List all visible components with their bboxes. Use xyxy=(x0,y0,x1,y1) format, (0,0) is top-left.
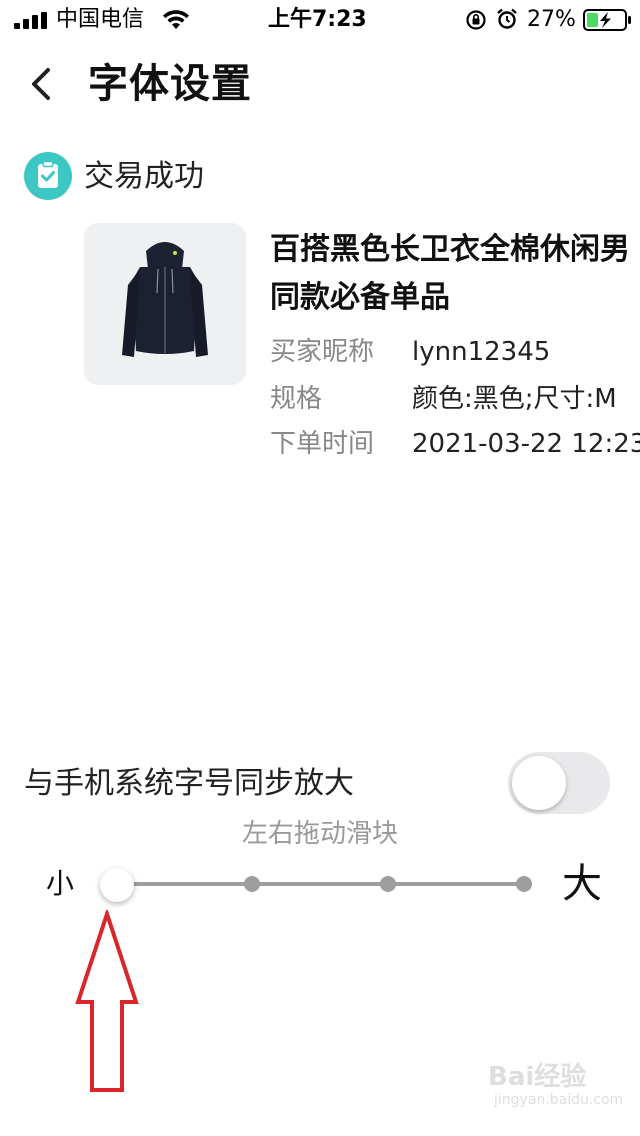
battery-charging-icon xyxy=(583,9,631,31)
info-value: lynn12345 xyxy=(412,337,551,367)
alarm-icon xyxy=(497,8,517,29)
slider-stop[interactable] xyxy=(244,876,260,892)
font-size-slider[interactable] xyxy=(100,860,540,908)
back-button[interactable] xyxy=(24,60,64,108)
info-value: 2021-03-22 12:23 xyxy=(412,429,640,459)
page-title: 字体设置 xyxy=(88,61,252,107)
info-label: 规格 xyxy=(270,384,323,414)
product-title[interactable]: 百搭黑色长卫衣全棉休闲男 同款必备单品 xyxy=(270,226,640,322)
wifi-icon xyxy=(163,10,189,29)
info-label: 下单时间 xyxy=(270,429,375,459)
slider-stop[interactable] xyxy=(516,876,532,892)
carrier-name: 中国电信 xyxy=(56,7,145,32)
order-status: 交易成功 xyxy=(84,159,204,194)
product-image[interactable] xyxy=(84,223,246,385)
slider-hint: 左右拖动滑块 xyxy=(241,819,398,849)
watermark: Bai经验 jingyan.baidu.com xyxy=(488,1062,623,1112)
slider-track[interactable] xyxy=(116,882,524,886)
slider-thumb[interactable] xyxy=(100,868,134,902)
chevron-left-icon xyxy=(32,68,50,100)
spec-row: 规格 颜色:黑色;尺寸:M xyxy=(270,379,640,419)
buyer-nickname-row: 买家昵称 lynn12345 xyxy=(270,332,640,372)
status-bar: 中国电信 上午7:23 27% xyxy=(0,0,640,40)
battery-percent: 27% xyxy=(527,7,576,32)
status-time: 上午7:23 xyxy=(268,7,367,32)
annotation-arrow-icon xyxy=(75,910,139,1092)
watermark-logo: Bai经验 xyxy=(488,1062,587,1092)
font-size-small-label: 小 xyxy=(46,867,75,900)
order-time-row: 下单时间 2021-03-22 12:23 xyxy=(270,424,640,464)
toggle-knob xyxy=(512,756,566,810)
sync-system-font-label: 与手机系统字号同步放大 xyxy=(24,766,354,801)
info-value: 颜色:黑色;尺寸:M xyxy=(412,384,617,414)
slider-stop[interactable] xyxy=(380,876,396,892)
clipboard-check-icon xyxy=(24,152,72,200)
signal-icon xyxy=(14,12,47,29)
product-title-line-2: 同款必备单品 xyxy=(270,280,450,315)
watermark-url: jingyan.baidu.com xyxy=(494,1092,624,1108)
sync-system-font-toggle[interactable] xyxy=(508,752,610,814)
product-title-line-1: 百搭黑色长卫衣全棉休闲男 xyxy=(270,232,630,267)
font-size-large-label: 大 xyxy=(562,861,602,907)
orientation-lock-icon xyxy=(466,10,486,30)
info-label: 买家昵称 xyxy=(270,337,375,367)
